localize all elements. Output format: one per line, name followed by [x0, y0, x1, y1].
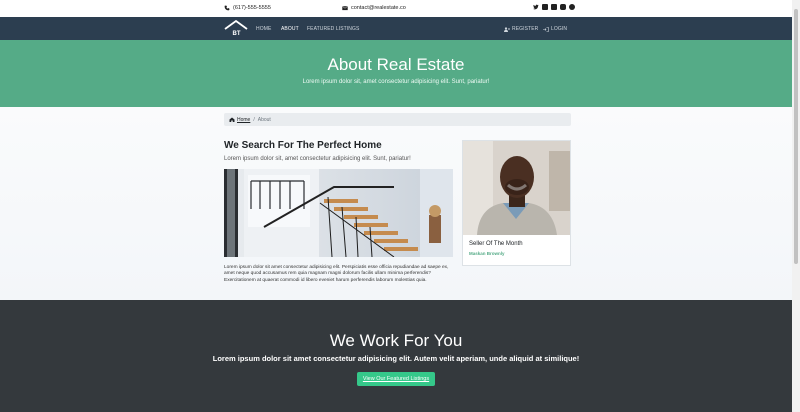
twitter-icon[interactable] — [533, 4, 539, 10]
user-plus-icon — [504, 26, 510, 32]
envelope-icon — [342, 6, 348, 11]
register-label: REGISTER — [512, 26, 539, 32]
seller-name: Maskan Brownly — [469, 251, 505, 256]
main-navbar: BT HOME ABOUT FEATURED LISTINGS REGISTER… — [0, 17, 792, 40]
nav-featured-listings[interactable]: FEATURED LISTINGS — [307, 26, 359, 32]
nav-about[interactable]: ABOUT — [281, 26, 299, 32]
page-scrollbar[interactable] — [792, 0, 800, 412]
breadcrumb-home[interactable]: Home — [229, 117, 250, 123]
seller-card: Seller Of The Month Maskan Brownly — [462, 140, 571, 266]
section-heading: We Search For The Perfect Home — [224, 140, 382, 151]
phone-icon — [224, 5, 230, 11]
register-link[interactable]: REGISTER — [504, 26, 538, 32]
login-label: LOGIN — [551, 26, 568, 32]
instagram-icon[interactable] — [560, 4, 566, 10]
email-contact: contact@realestate.co — [342, 5, 406, 11]
seller-photo — [463, 141, 570, 235]
logo[interactable]: BT — [224, 20, 248, 36]
section-body: Lorem ipsum dolor sit amet consectetur a… — [224, 265, 449, 283]
phone-number: (617)-555-5555 — [233, 5, 271, 11]
home-icon — [229, 117, 235, 122]
hero-banner: About Real Estate Lorem ipsum dolor sit,… — [0, 40, 792, 107]
hero-subtitle: Lorem ipsum dolor sit, amet consectetur … — [302, 79, 490, 85]
seller-title: Seller Of The Month — [469, 241, 523, 247]
section-subheading: Lorem ipsum dolor sit, amet consectetur … — [224, 156, 411, 162]
pinterest-icon[interactable] — [569, 4, 575, 10]
work-for-you-section: We Work For You Lorem ipsum dolor sit am… — [0, 300, 792, 412]
email-address: contact@realestate.co — [351, 5, 406, 11]
cta-subtitle: Lorem ipsum dolor sit amet consectetur a… — [212, 354, 580, 363]
top-bar: (617)-555-5555 contact@realestate.co — [0, 0, 792, 17]
linkedin-icon[interactable] — [551, 4, 557, 10]
breadcrumb-home-label: Home — [237, 116, 251, 123]
social-links — [533, 4, 575, 10]
nav-home[interactable]: HOME — [256, 26, 271, 32]
breadcrumb-current: About — [257, 116, 271, 123]
staircase-image — [224, 169, 453, 257]
breadcrumb: Home / About — [224, 113, 571, 126]
facebook-icon[interactable] — [542, 4, 548, 10]
breadcrumb-separator: / — [253, 116, 255, 123]
sign-in-icon — [543, 26, 549, 32]
hero-title: About Real Estate — [327, 55, 465, 74]
scrollbar-thumb[interactable] — [794, 9, 798, 264]
logo-text: BT — [233, 31, 241, 36]
cta-title: We Work For You — [329, 331, 463, 350]
view-listings-button[interactable]: View Our Featured Listings — [356, 372, 436, 386]
phone-contact: (617)-555-5555 — [224, 5, 271, 11]
login-link[interactable]: LOGIN — [543, 26, 567, 32]
about-section: We Search For The Perfect Home Lorem ips… — [224, 140, 453, 162]
